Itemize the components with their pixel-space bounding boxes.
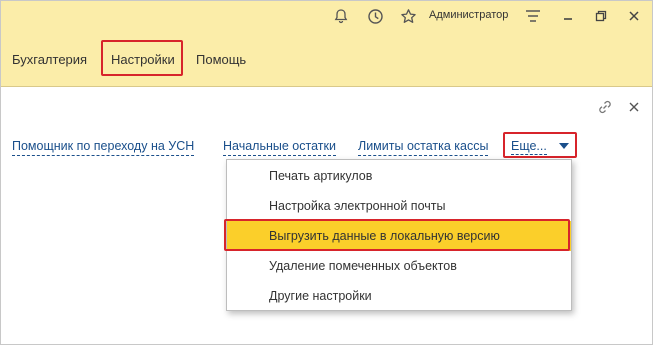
restore-icon[interactable] bbox=[591, 6, 611, 26]
user-name[interactable]: Администратор bbox=[429, 9, 508, 21]
menu-item-accounting[interactable]: Бухгалтерия bbox=[12, 52, 87, 67]
bell-icon[interactable] bbox=[331, 6, 351, 26]
form-close-icon[interactable] bbox=[624, 96, 644, 118]
settings-highlight-box bbox=[101, 40, 183, 76]
opening-balances-link[interactable]: Начальные остатки bbox=[223, 139, 336, 156]
history-icon[interactable] bbox=[365, 6, 385, 26]
menu-item-delete-marked[interactable]: Удаление помеченных объектов bbox=[227, 251, 571, 281]
menu-icon[interactable] bbox=[523, 6, 543, 26]
menu-item-help[interactable]: Помощь bbox=[196, 52, 246, 67]
more-button[interactable]: Еще... bbox=[511, 139, 547, 155]
title-bar bbox=[1, 1, 652, 33]
star-icon[interactable] bbox=[398, 6, 418, 26]
more-dropdown-arrow-icon[interactable] bbox=[559, 143, 569, 149]
menu-item-print-articles[interactable]: Печать артикулов bbox=[227, 161, 571, 191]
cash-limits-link[interactable]: Лимиты остатка кассы bbox=[358, 139, 489, 156]
menu-item-export-local[interactable]: Выгрузить данные в локальную версию bbox=[227, 221, 571, 251]
usn-transition-assistant-link[interactable]: Помощник по переходу на УСН bbox=[12, 139, 195, 156]
close-icon[interactable] bbox=[624, 6, 644, 26]
link-icon[interactable] bbox=[594, 96, 616, 118]
menu-item-email-settings[interactable]: Настройка электронной почты bbox=[227, 191, 571, 221]
more-dropdown-menu: Печать артикулов Настройка электронной п… bbox=[226, 159, 572, 311]
menu-item-other-settings[interactable]: Другие настройки bbox=[227, 281, 571, 311]
minimize-icon[interactable] bbox=[558, 6, 578, 26]
menu-bar bbox=[1, 33, 652, 87]
